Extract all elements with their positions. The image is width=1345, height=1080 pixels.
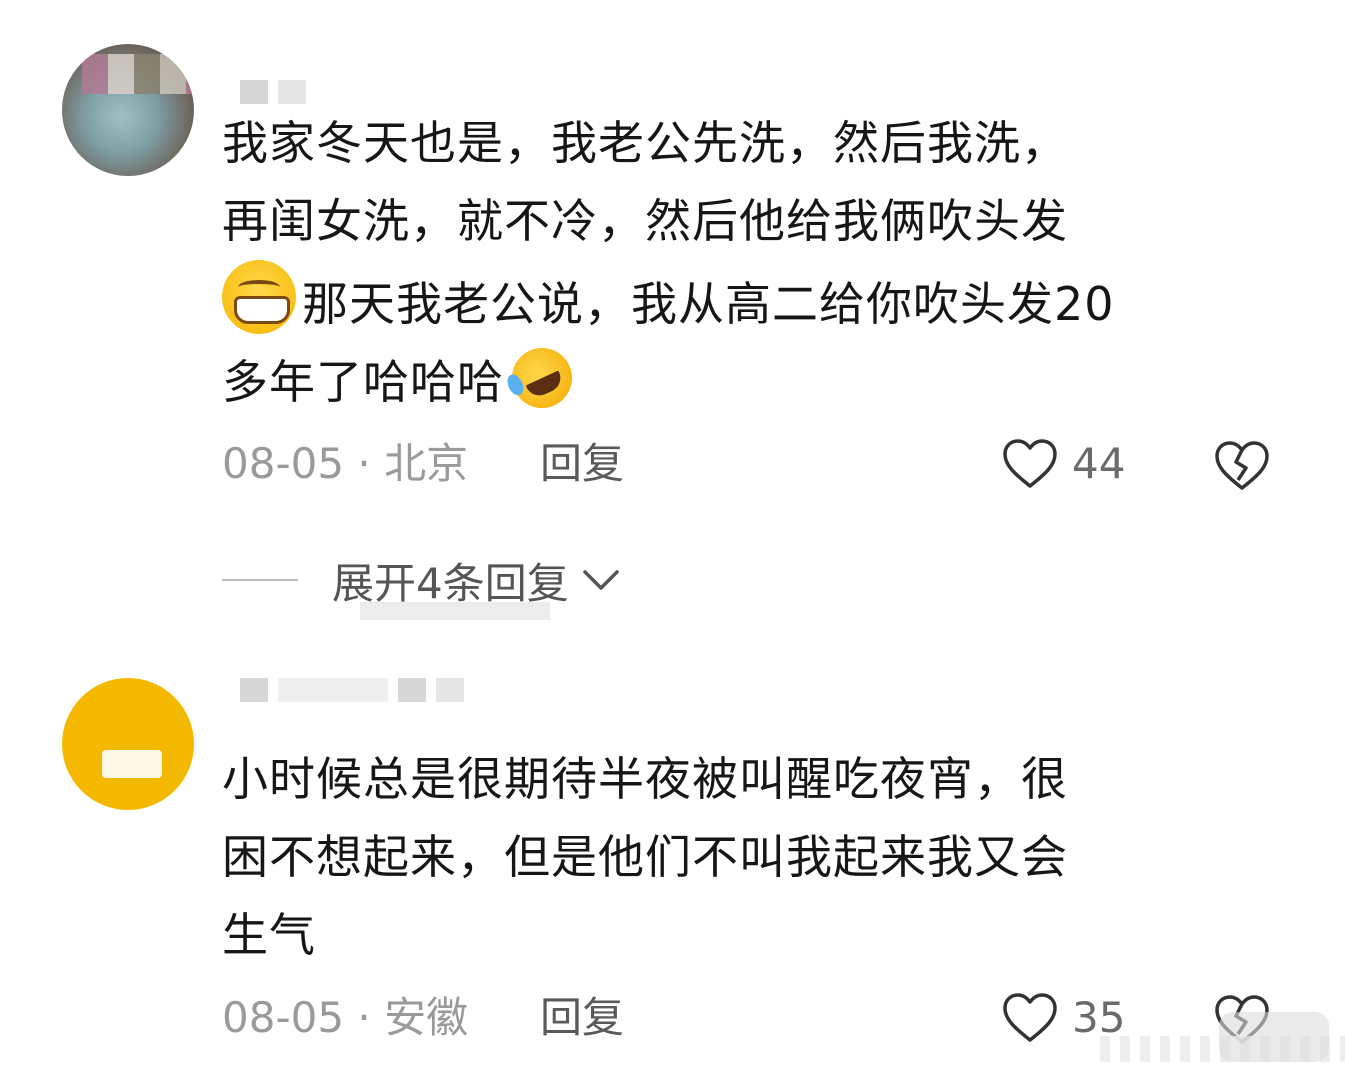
comment-meta: 08-05 · 北京 回复 44 <box>222 434 1302 494</box>
rofl-emoji <box>502 338 582 418</box>
grinning-face-emoji <box>222 260 296 334</box>
heart-outline-icon <box>1003 993 1057 1042</box>
username-blurred[interactable] <box>240 80 306 106</box>
reply-button[interactable]: 回复 <box>540 988 624 1048</box>
like-button[interactable]: 44 <box>1002 434 1125 494</box>
avatar[interactable] <box>62 678 194 810</box>
comment-item: 小时候总是很期待半夜被叫醒吃夜宵，很 困不想起来，但是他们不叫我起来我又会 生气… <box>0 640 1345 1080</box>
comment-text: 小时候总是很期待半夜被叫醒吃夜宵，很 困不想起来，但是他们不叫我起来我又会 生气 <box>222 752 1068 962</box>
comment-text-part: 那天我老公说，我从高二给你吹头发20 多年了哈哈哈 <box>222 277 1115 409</box>
dislike-button[interactable] <box>1214 440 1270 508</box>
avatar[interactable] <box>62 44 194 176</box>
blur-artifact <box>360 602 550 620</box>
comment-date-location: 08-05 · 北京 <box>222 439 469 488</box>
comment-date-location: 08-05 · 安徽 <box>222 993 469 1042</box>
expand-replies-button[interactable]: 展开4条回复 <box>222 550 621 610</box>
chevron-down-icon <box>582 570 619 590</box>
comment-item: 我家冬天也是，我老公先洗，然后我洗， 再闺女洗，就不冷，然后他给我俩吹头发 那天… <box>0 0 1345 520</box>
divider-line <box>222 579 298 581</box>
reply-button[interactable]: 回复 <box>540 434 624 494</box>
watermark-logo <box>1219 1012 1329 1062</box>
comment-text: 我家冬天也是，我老公先洗，然后我洗， 再闺女洗，就不冷，然后他给我俩吹头发 那天… <box>222 104 1282 421</box>
heart-outline-icon <box>1003 439 1057 488</box>
username-blurred[interactable] <box>240 678 464 704</box>
broken-heart-icon <box>1215 441 1269 490</box>
like-count: 44 <box>1072 439 1126 488</box>
comment-text-part: 我家冬天也是，我老公先洗，然后我洗， 再闺女洗，就不冷，然后他给我俩吹头发 <box>222 116 1068 248</box>
